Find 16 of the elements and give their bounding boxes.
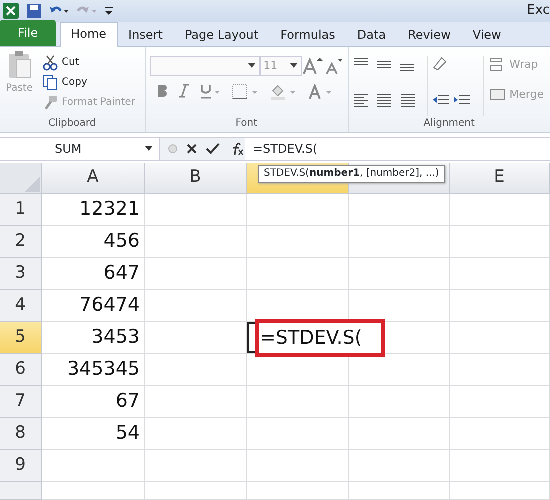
table-cell: 345345 xyxy=(42,354,145,386)
table-cell: 76474 xyxy=(42,290,145,322)
group-label: Clipboard xyxy=(47,117,98,131)
group-label: Alignment xyxy=(422,117,476,131)
table-cell: 54 xyxy=(42,418,145,450)
table-cell: 12321 xyxy=(42,194,145,226)
formula-text: =STDEV.S( xyxy=(260,326,362,351)
table-cell: 647 xyxy=(42,258,145,290)
window-title: Exc xyxy=(527,2,550,20)
name-box-value: SUM xyxy=(55,141,82,158)
font-size-value: 11 xyxy=(264,58,278,74)
table-cell: 67 xyxy=(42,386,145,418)
group-label: Font xyxy=(234,117,259,131)
table-cell: 456 xyxy=(42,226,145,258)
table-cell: 3453 xyxy=(42,322,145,354)
function-tooltip: STDEV.S(number1, [number2], ...) xyxy=(258,165,446,183)
